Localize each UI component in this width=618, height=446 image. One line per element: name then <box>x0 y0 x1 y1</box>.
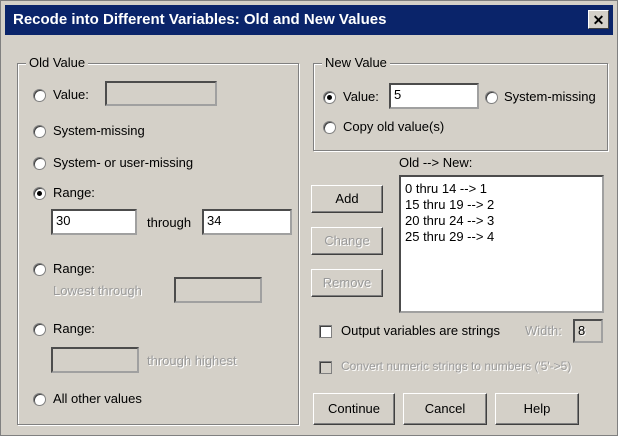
range-to-input[interactable]: 34 <box>202 209 292 235</box>
new-value-radio[interactable] <box>323 91 336 104</box>
title-bar[interactable]: Recode into Different Variables: Old and… <box>5 5 613 35</box>
output-strings-checkbox[interactable] <box>319 325 332 338</box>
system-or-user-missing-radio[interactable] <box>33 157 46 170</box>
system-missing-label: System-missing <box>53 123 145 138</box>
all-other-values-label: All other values <box>53 391 142 406</box>
range-lowest-radio[interactable] <box>33 263 46 276</box>
new-value-input[interactable]: 5 <box>389 83 479 109</box>
system-missing-radio[interactable] <box>33 125 46 138</box>
range-highest-label: Range: <box>53 321 95 336</box>
range-label: Range: <box>53 185 95 200</box>
add-button[interactable]: Add <box>311 185 383 213</box>
through-highest-input[interactable] <box>51 347 139 373</box>
continue-button[interactable]: Continue <box>313 393 395 425</box>
range-from-input[interactable]: 30 <box>51 209 137 235</box>
list-item[interactable]: 20 thru 24 --> 3 <box>405 213 494 228</box>
old-new-label: Old --> New: <box>399 155 473 170</box>
range-radio[interactable] <box>33 187 46 200</box>
copy-old-values-label: Copy old value(s) <box>343 119 445 134</box>
help-button[interactable]: Help <box>495 393 579 425</box>
lowest-through-input[interactable] <box>174 277 262 303</box>
old-new-list[interactable]: 0 thru 14 --> 1 15 thru 19 --> 2 20 thru… <box>399 175 604 313</box>
list-item[interactable]: 25 thru 29 --> 4 <box>405 229 494 244</box>
output-strings-label: Output variables are strings <box>341 323 500 338</box>
new-value-label: Value: <box>343 89 379 104</box>
convert-numeric-label: Convert numeric strings to numbers ('5'-… <box>341 359 572 373</box>
cancel-button[interactable]: Cancel <box>403 393 487 425</box>
system-or-user-missing-label: System- or user-missing <box>53 155 194 170</box>
range-highest-radio[interactable] <box>33 323 46 336</box>
new-system-missing-label: System-missing <box>504 89 596 104</box>
remove-button[interactable]: Remove <box>311 269 383 297</box>
through-label: through <box>147 215 192 230</box>
old-value-input[interactable] <box>105 81 217 106</box>
width-input[interactable]: 8 <box>573 319 603 343</box>
convert-numeric-checkbox[interactable] <box>319 361 332 374</box>
close-icon[interactable]: ✕ <box>588 10 609 29</box>
lowest-through-label: Lowest through <box>53 283 142 298</box>
old-value-radio[interactable] <box>33 89 46 102</box>
range-lowest-label: Range: <box>53 261 95 276</box>
dialog-window: Recode into Different Variables: Old and… <box>0 0 618 436</box>
list-item[interactable]: 0 thru 14 --> 1 <box>405 181 487 196</box>
through-highest-label: through highest <box>147 353 237 368</box>
list-item[interactable]: 15 thru 19 --> 2 <box>405 197 494 212</box>
change-button[interactable]: Change <box>311 227 383 255</box>
all-other-values-radio[interactable] <box>33 393 46 406</box>
old-value-label: Value: <box>53 87 89 102</box>
new-value-legend: New Value <box>322 55 390 70</box>
window-title: Recode into Different Variables: Old and… <box>13 11 387 28</box>
copy-old-values-radio[interactable] <box>323 121 336 134</box>
old-value-legend: Old Value <box>26 55 89 70</box>
new-system-missing-radio[interactable] <box>485 91 498 104</box>
width-label: Width: <box>525 323 562 338</box>
